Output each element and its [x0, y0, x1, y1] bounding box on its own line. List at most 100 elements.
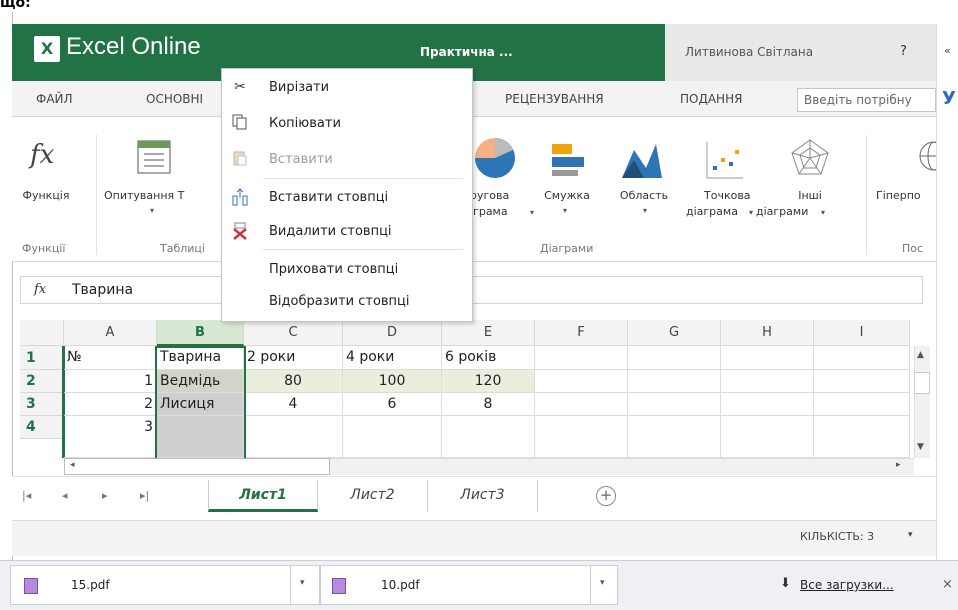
column-header-i[interactable]: I — [814, 320, 910, 346]
cell-g2[interactable] — [628, 370, 721, 393]
collapse-icon[interactable]: « — [944, 44, 951, 57]
cell-d2[interactable]: 100 — [343, 370, 442, 393]
horizontal-scroll-track[interactable] — [330, 458, 914, 475]
dropdown-icon[interactable]: ▾ — [643, 206, 647, 215]
cell-a2[interactable]: 1 — [64, 370, 157, 393]
survey-label[interactable]: Опитування Т — [104, 188, 222, 204]
cell-h2[interactable] — [721, 370, 814, 393]
menu-item-hide-columns[interactable]: Приховати стовпці — [221, 252, 473, 288]
download-item-1[interactable]: 15.pdf — [10, 565, 320, 605]
tab-sheet2[interactable]: Лист2 — [318, 480, 428, 512]
all-downloads-link[interactable]: Все загрузки... — [800, 578, 894, 592]
cell-d4[interactable] — [343, 416, 442, 458]
bar-chart-icon[interactable] — [548, 140, 588, 183]
app-name[interactable]: Excel Online — [66, 33, 201, 61]
menu-item-cut[interactable]: ✂ Вирізати — [221, 70, 473, 106]
status-dropdown-icon[interactable]: ▾ — [908, 530, 913, 540]
scroll-left-icon[interactable]: ◂ — [70, 460, 75, 470]
cell-a1[interactable]: № — [64, 346, 157, 370]
cell-i3[interactable] — [814, 393, 910, 416]
dropdown-icon[interactable]: ▾ — [821, 208, 825, 217]
cell-e1[interactable]: 6 років — [442, 346, 535, 370]
cell-a4[interactable]: 3 — [64, 416, 157, 458]
status-count[interactable]: КІЛЬКІСТЬ: 3 — [800, 530, 874, 543]
cell-f3[interactable] — [535, 393, 628, 416]
scroll-down-icon[interactable]: ▼ — [917, 442, 924, 452]
user-name[interactable]: Литвинова Світлана — [685, 45, 813, 59]
search-input[interactable]: Введіть потрібну — [797, 88, 936, 112]
cell-e3[interactable]: 8 — [442, 393, 535, 416]
cell-a3[interactable]: 2 — [64, 393, 157, 416]
pie-label[interactable]: ругова — [470, 188, 530, 204]
scatter-label-2[interactable]: діаграма — [686, 204, 750, 220]
cell-i2[interactable] — [814, 370, 910, 393]
fx-icon[interactable]: fx — [34, 282, 46, 297]
survey-icon[interactable] — [136, 139, 172, 178]
hyperlink-label[interactable]: Гіперпо — [876, 188, 936, 204]
scroll-right-icon[interactable]: ▸ — [896, 460, 901, 470]
radar-chart-icon[interactable] — [790, 138, 830, 181]
formula-input[interactable]: Тварина — [72, 282, 133, 298]
row-header-4[interactable]: 4 — [20, 416, 64, 439]
scroll-up-icon[interactable]: ▲ — [917, 350, 924, 360]
cell-d1[interactable]: 4 роки — [343, 346, 442, 370]
bar-label[interactable]: Смужка — [538, 188, 596, 204]
pie-label-2[interactable]: іграма — [470, 204, 530, 220]
cell-f2[interactable] — [535, 370, 628, 393]
cell-c3[interactable]: 4 — [244, 393, 343, 416]
column-header-g[interactable]: G — [628, 320, 721, 346]
cell-f1[interactable] — [535, 346, 628, 370]
menu-item-copy[interactable]: Копіювати — [221, 106, 473, 142]
download-menu-icon[interactable]: ▾ — [600, 578, 605, 588]
area-chart-icon[interactable] — [620, 138, 664, 183]
function-icon[interactable]: fx — [30, 140, 54, 170]
cell-c1[interactable]: 2 роки — [244, 346, 343, 370]
cell-f4[interactable] — [535, 416, 628, 458]
next-sheet-icon[interactable]: ▸ — [102, 489, 108, 502]
cell-h3[interactable] — [721, 393, 814, 416]
column-header-a[interactable]: A — [64, 320, 157, 346]
select-all-corner[interactable] — [20, 320, 64, 346]
dropdown-icon[interactable]: ▾ — [749, 208, 753, 217]
tab-sheet1[interactable]: Лист1 — [208, 480, 318, 512]
scatter-label[interactable]: Точкова — [704, 188, 764, 204]
other-charts-label[interactable]: Інші — [780, 188, 840, 204]
pie-chart-icon[interactable] — [473, 136, 517, 183]
help-icon[interactable]: ? — [900, 44, 907, 59]
first-sheet-icon[interactable]: |◂ — [22, 489, 31, 502]
dropdown-icon[interactable]: ▾ — [530, 208, 534, 217]
globe-icon[interactable] — [918, 140, 936, 176]
download-menu-icon[interactable]: ▾ — [300, 578, 305, 588]
menu-item-delete-columns[interactable]: Видалити стовпці — [221, 214, 473, 250]
cell-g3[interactable] — [628, 393, 721, 416]
tab-view[interactable]: ПОДАННЯ — [680, 92, 742, 106]
tab-home[interactable]: ОСНОВНІ — [146, 92, 203, 106]
menu-item-insert-columns[interactable]: Вставити стовпці — [221, 180, 473, 216]
close-icon[interactable]: × — [942, 577, 953, 592]
document-title[interactable]: Практична ... — [420, 45, 513, 59]
area-label[interactable]: Область — [612, 188, 676, 204]
menu-item-show-columns[interactable]: Відобразити стовпці — [221, 284, 473, 320]
cell-c4[interactable] — [244, 416, 343, 458]
cell-h1[interactable] — [721, 346, 814, 370]
add-sheet-icon[interactable]: + — [596, 486, 616, 506]
function-label[interactable]: Функція — [18, 188, 74, 204]
column-header-h[interactable]: H — [721, 320, 814, 346]
download-item-2[interactable]: 10.pdf — [320, 565, 618, 605]
column-header-f[interactable]: F — [535, 320, 628, 346]
tab-review[interactable]: РЕЦЕНЗУВАННЯ — [505, 92, 604, 106]
tab-file[interactable]: ФАЙЛ — [36, 92, 73, 106]
cell-h4[interactable] — [721, 416, 814, 458]
row-header-1[interactable]: 1 — [20, 346, 64, 370]
column-header-d[interactable]: D — [343, 320, 442, 346]
cell-e2[interactable]: 120 — [442, 370, 535, 393]
tab-sheet3[interactable]: Лист3 — [428, 480, 538, 512]
cell-e4[interactable] — [442, 416, 535, 458]
horizontal-scrollbar[interactable] — [64, 458, 330, 475]
cell-d3[interactable]: 6 — [343, 393, 442, 416]
column-header-e[interactable]: E — [442, 320, 535, 346]
row-header-2[interactable]: 2 — [20, 370, 64, 393]
row-header-3[interactable]: 3 — [20, 393, 64, 416]
prev-sheet-icon[interactable]: ◂ — [62, 489, 68, 502]
cell-i1[interactable] — [814, 346, 910, 370]
